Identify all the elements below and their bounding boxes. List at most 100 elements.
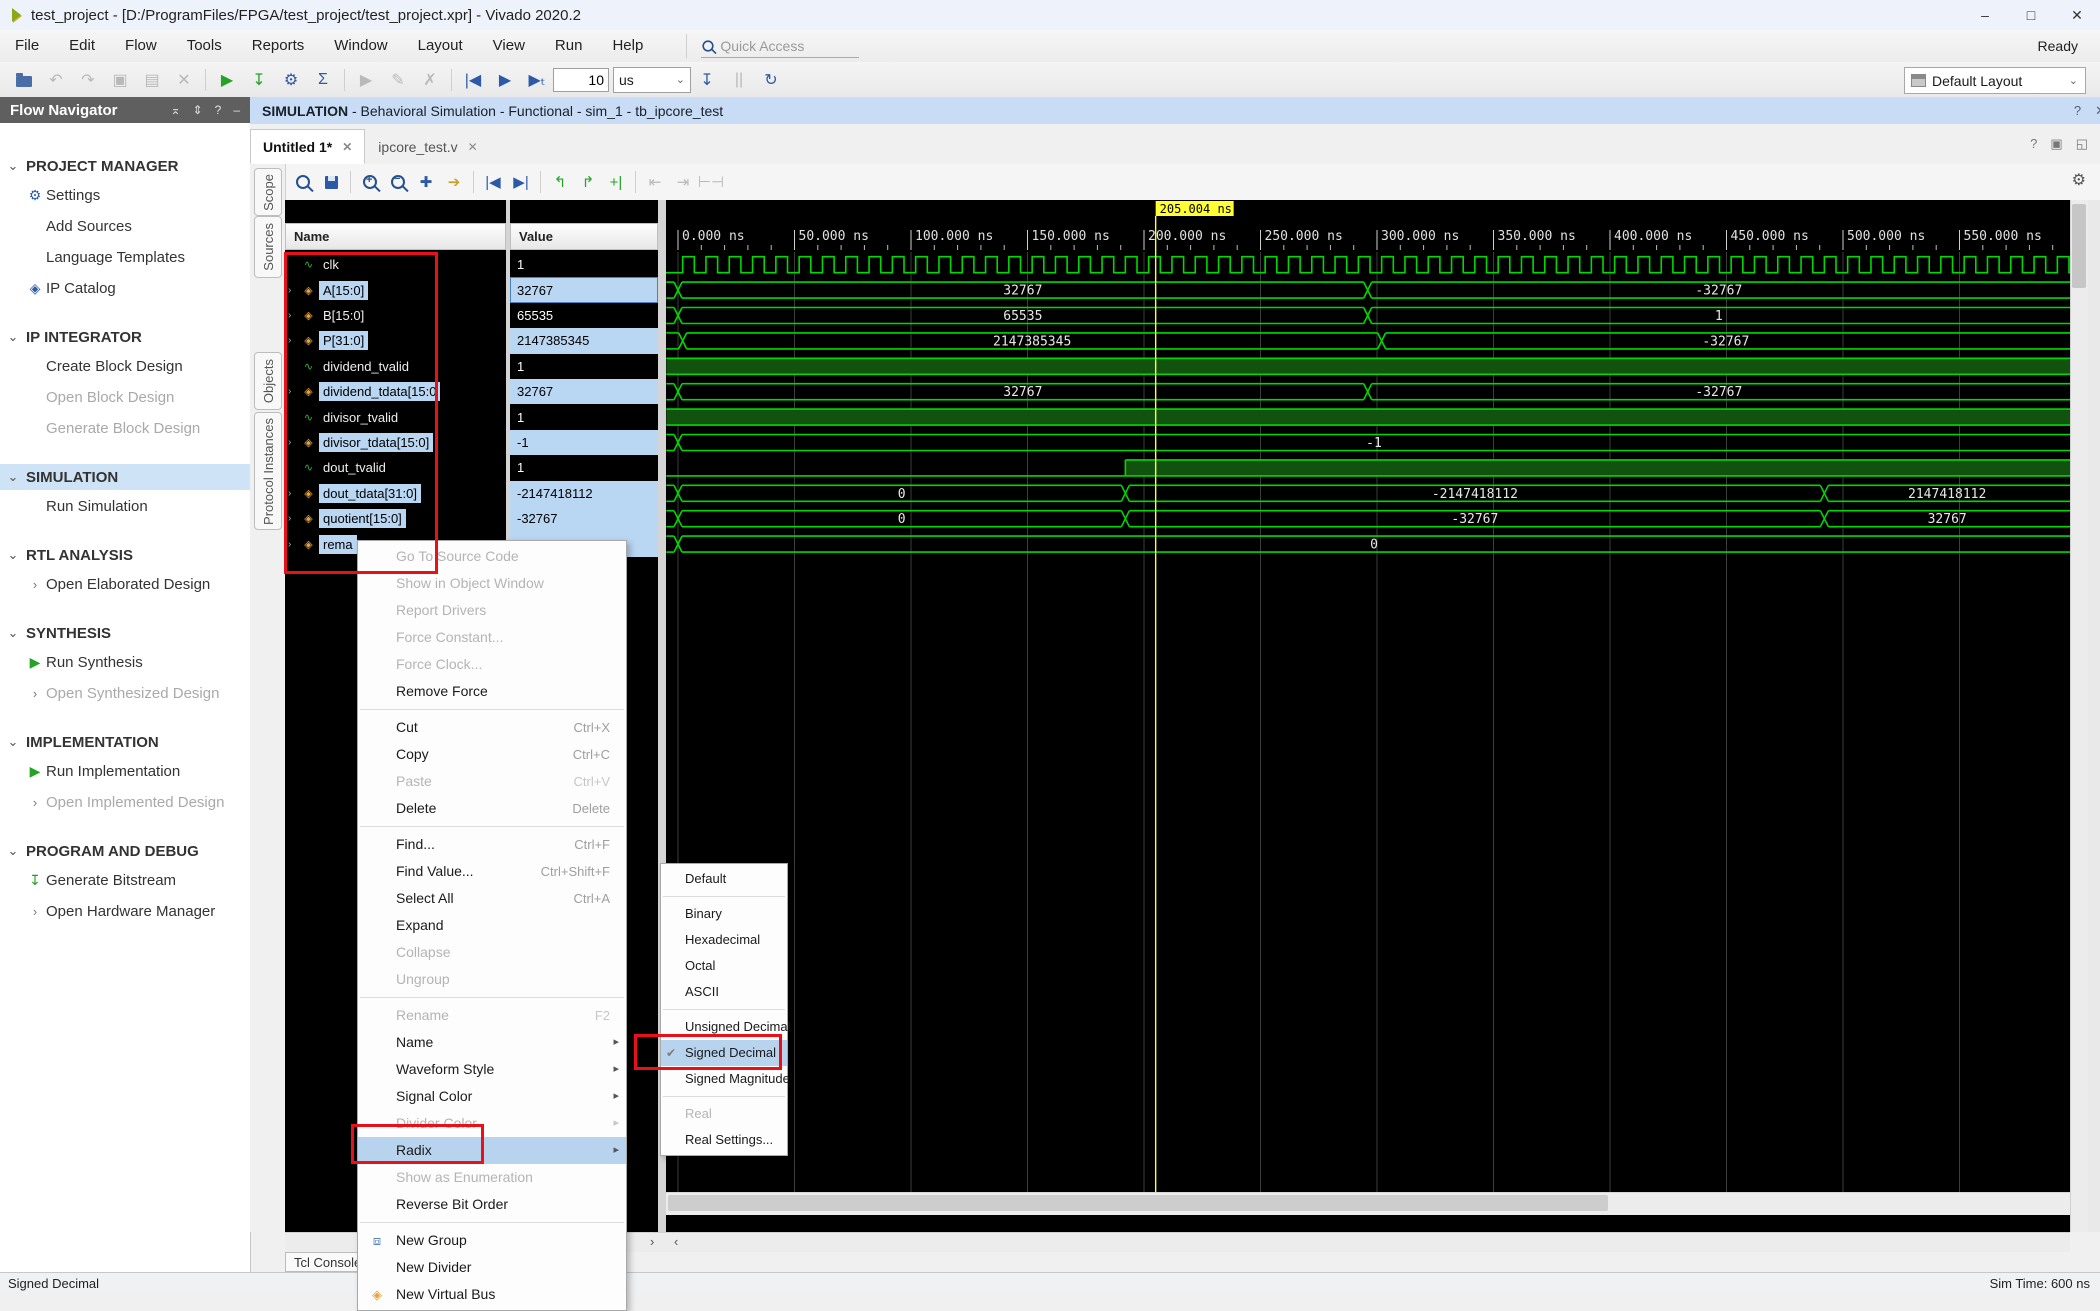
signal-name-A-15-0-[interactable]: ›◈A[15:0] <box>285 277 506 302</box>
pause-icon[interactable]: || <box>724 67 754 93</box>
signal-value-A-15-0-[interactable]: 32767 <box>510 277 658 302</box>
menu-item-expand[interactable]: Expand <box>358 912 626 939</box>
previous-transition-icon[interactable]: |◀ <box>479 169 507 195</box>
name-column-header[interactable]: Name <box>285 223 506 250</box>
sidebar-item-create-block-design[interactable]: Create Block Design <box>0 353 250 379</box>
menu-help[interactable]: Help <box>597 30 658 62</box>
time-unit-select[interactable]: us⌄ <box>613 67 691 93</box>
vertical-scrollbar[interactable] <box>2070 200 2089 1232</box>
radix-option-hexadecimal[interactable]: Hexadecimal <box>661 927 787 953</box>
sidebar-item-add-sources[interactable]: Add Sources <box>0 213 250 239</box>
help-icon[interactable]: ? <box>2030 136 2037 152</box>
menu-item-remove-force[interactable]: Remove Force <box>358 678 626 705</box>
sidebar-item-language-templates[interactable]: Language Templates <box>0 244 250 270</box>
wave-divisor-tvalid[interactable] <box>666 409 2070 425</box>
help-icon[interactable]: ? <box>2074 103 2081 119</box>
menu-item-radix[interactable]: Radix▸ <box>358 1137 626 1164</box>
run-time-input[interactable] <box>553 68 609 92</box>
fit-selection-icon[interactable]: ⊢⊣ <box>697 169 725 195</box>
signal-name-quotient-15-0-[interactable]: ›◈quotient[15:0] <box>285 506 506 531</box>
menu-edit[interactable]: Edit <box>54 30 110 62</box>
menu-reports[interactable]: Reports <box>237 30 320 62</box>
wave-dividend-tvalid[interactable] <box>666 358 2070 374</box>
signal-name-P-31-0-[interactable]: ›◈P[31:0] <box>285 328 506 353</box>
maximize-panel-icon[interactable]: ◱ <box>2076 136 2088 152</box>
menu-item-reverse-bit-order[interactable]: Reverse Bit Order <box>358 1191 626 1218</box>
signal-name-divisor-tvalid[interactable]: ∿divisor_tvalid <box>285 404 506 429</box>
save-waveform-icon[interactable] <box>317 169 345 195</box>
expand-arrow-icon[interactable]: › <box>288 437 301 448</box>
collapse-all-icon[interactable]: ⌅ <box>171 103 181 117</box>
menu-tools[interactable]: Tools <box>172 30 237 62</box>
relaunch-icon[interactable]: ↻ <box>756 67 786 93</box>
sidebar-item-run-implementation[interactable]: ▶Run Implementation <box>0 758 250 784</box>
sidebar-item-open-elaborated-design[interactable]: ›Open Elaborated Design <box>0 571 250 597</box>
sidebar-section-rtl-analysis[interactable]: ⌄RTL ANALYSIS <box>0 542 250 568</box>
menu-file[interactable]: File <box>0 30 54 62</box>
menu-run[interactable]: Run <box>540 30 598 62</box>
close-tab-icon[interactable]: ✕ <box>342 140 352 154</box>
signal-value-dout-tvalid[interactable]: 1 <box>510 455 658 480</box>
edit-pencil-icon[interactable]: ✎ <box>383 67 413 93</box>
scroll-right-arrow-icon[interactable]: › <box>650 1234 654 1249</box>
horizontal-scrollbar-thumb[interactable] <box>668 1195 1608 1211</box>
zoom-in-icon[interactable] <box>356 169 384 195</box>
copy-icon[interactable]: ▣ <box>105 67 135 93</box>
swap-previous-icon[interactable]: ↰ <box>546 169 574 195</box>
zoom-fit-icon[interactable]: ✚ <box>412 169 440 195</box>
redo-icon[interactable]: ↷ <box>73 67 103 93</box>
signal-name-divisor-tdata-15-0-[interactable]: ›◈divisor_tdata[15:0] <box>285 430 506 455</box>
expand-arrow-icon[interactable]: › <box>288 539 301 550</box>
cancel-icon[interactable]: ✗ <box>415 67 445 93</box>
menu-item-new-virtual-bus[interactable]: New Virtual Bus◈ <box>358 1281 626 1308</box>
step-icon[interactable]: ↧ <box>692 67 722 93</box>
goto-right-icon[interactable]: ⇥ <box>669 169 697 195</box>
expand-arrow-icon[interactable]: › <box>288 386 301 397</box>
swap-next-icon[interactable]: ↱ <box>574 169 602 195</box>
sidebar-section-simulation[interactable]: ⌄SIMULATION <box>0 464 250 490</box>
waveform-settings-gear-icon[interactable]: ⚙ <box>2072 170 2086 190</box>
close-button[interactable]: ✕ <box>2054 0 2100 30</box>
menu-item-name[interactable]: Name▸ <box>358 1029 626 1056</box>
side-tab-sources[interactable]: Sources <box>254 216 282 278</box>
expand-arrow-icon[interactable]: › <box>288 513 301 524</box>
signal-value-divisor-tvalid[interactable]: 1 <box>510 404 658 429</box>
signal-name-dividend-tdata-15-0[interactable]: ›◈dividend_tdata[15:0 <box>285 379 506 404</box>
sidebar-section-ip-integrator[interactable]: ⌄IP INTEGRATOR <box>0 324 250 350</box>
radix-option-octal[interactable]: Octal <box>661 953 787 979</box>
radix-option-real-settings-[interactable]: Real Settings... <box>661 1127 787 1153</box>
signal-value-dividend-tdata-15-0[interactable]: 32767 <box>510 379 658 404</box>
sidebar-item-open-implemented-design[interactable]: ›Open Implemented Design <box>0 789 250 815</box>
expand-arrow-icon[interactable]: › <box>288 285 301 296</box>
settings-gear-icon[interactable]: ⚙ <box>276 67 306 93</box>
tab-ipcore-test-v[interactable]: ipcore_test.v✕ <box>365 129 490 164</box>
menu-item-delete[interactable]: DeleteDelete <box>358 795 626 822</box>
run-for-time-icon[interactable]: ▶ₜ <box>522 67 552 93</box>
sidebar-section-synthesis[interactable]: ⌄SYNTHESIS <box>0 620 250 646</box>
menu-item-waveform-style[interactable]: Waveform Style▸ <box>358 1056 626 1083</box>
sidebar-item-ip-catalog[interactable]: ◈IP Catalog <box>0 275 250 301</box>
signal-value-B-15-0-[interactable]: 65535 <box>510 303 658 328</box>
signal-name-clk[interactable]: ∿clk <box>285 252 506 277</box>
radix-option-signed-decimal[interactable]: ✔Signed Decimal <box>661 1040 787 1066</box>
open-recent-icon[interactable] <box>9 67 39 93</box>
minimize-panel-icon[interactable]: – <box>233 103 240 117</box>
value-column-header[interactable]: Value <box>510 223 658 250</box>
radix-option-default[interactable]: Default <box>661 866 787 892</box>
delete-icon[interactable]: ✕ <box>169 67 199 93</box>
sidebar-item-run-synthesis[interactable]: ▶Run Synthesis <box>0 649 250 675</box>
signal-value-P-31-0-[interactable]: 2147385345 <box>510 328 658 353</box>
add-marker-icon[interactable]: +| <box>602 169 630 195</box>
sidebar-item-open-hardware-manager[interactable]: ›Open Hardware Manager <box>0 898 250 924</box>
side-tab-objects[interactable]: Objects <box>254 352 282 410</box>
quick-access-search[interactable]: Quick Access <box>686 34 859 58</box>
radix-option-binary[interactable]: Binary <box>661 901 787 927</box>
menu-flow[interactable]: Flow <box>110 30 172 62</box>
menu-item-cut[interactable]: CutCtrl+X <box>358 714 626 741</box>
tab-untitled-1-[interactable]: Untitled 1*✕ <box>250 129 365 164</box>
zoom-to-cursor-icon[interactable]: ➔ <box>440 169 468 195</box>
vertical-scrollbar-thumb[interactable] <box>2072 204 2086 288</box>
radix-option-unsigned-decimal[interactable]: Unsigned Decimal <box>661 1014 787 1040</box>
radix-option-signed-magnitude[interactable]: Signed Magnitude <box>661 1066 787 1092</box>
sidebar-item-open-block-design[interactable]: Open Block Design <box>0 384 250 410</box>
